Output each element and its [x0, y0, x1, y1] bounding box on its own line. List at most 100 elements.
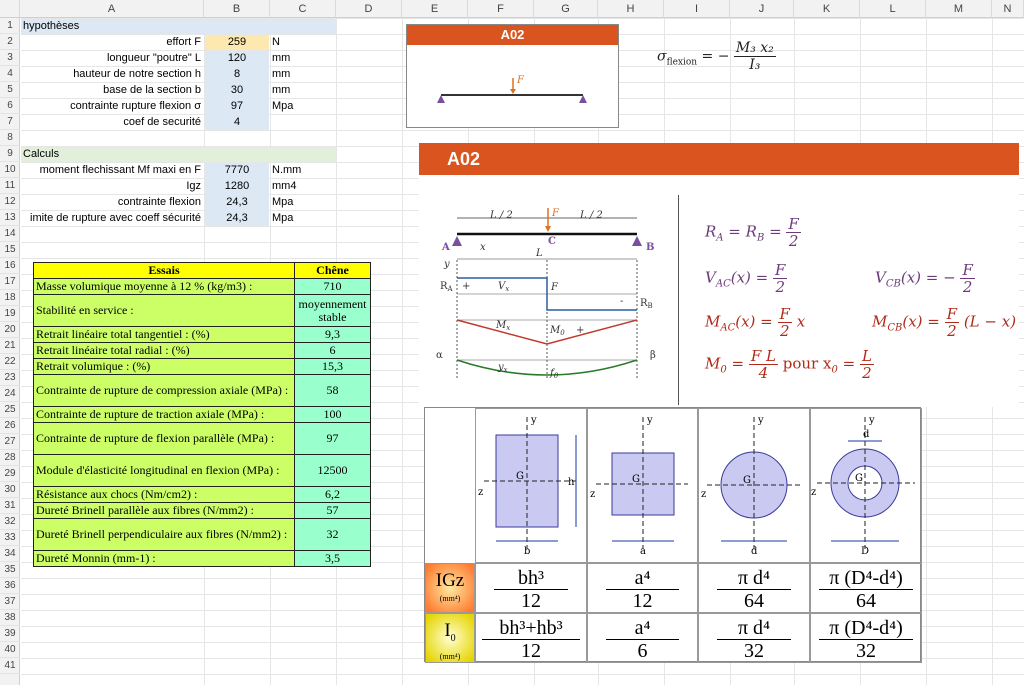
beam-thumbnail-panel[interactable]: A02 F: [406, 24, 619, 128]
row-header[interactable]: 18: [0, 290, 20, 306]
row-header[interactable]: 39: [0, 626, 20, 642]
hypothesis-value[interactable]: 97: [205, 98, 269, 114]
hypothesis-label[interactable]: effort F: [21, 34, 204, 50]
hypothesis-label[interactable]: base de la section b: [21, 82, 204, 98]
column-header-i[interactable]: I: [664, 0, 730, 18]
hypothesis-value[interactable]: 8: [205, 66, 269, 82]
row-header[interactable]: 24: [0, 386, 20, 402]
row-header[interactable]: 30: [0, 482, 20, 498]
row-header[interactable]: 14: [0, 226, 20, 242]
essais-row-value[interactable]: 9,3: [294, 326, 371, 343]
select-all-corner[interactable]: [0, 0, 20, 18]
essais-row-value[interactable]: 97: [294, 422, 371, 455]
essais-row-label[interactable]: Retrait linéaire total tangentiel : (%): [33, 326, 295, 343]
calcul-label[interactable]: moment flechissant Mf maxi en F: [21, 162, 204, 178]
row-header[interactable]: 31: [0, 498, 20, 514]
hypothesis-unit[interactable]: N: [272, 34, 334, 50]
hypothesis-label[interactable]: coef de securité: [21, 114, 204, 130]
row-header[interactable]: 10: [0, 162, 20, 178]
row-header[interactable]: 29: [0, 466, 20, 482]
hypothesis-label[interactable]: hauteur de notre section h: [21, 66, 204, 82]
essais-row-value[interactable]: 710: [294, 278, 371, 295]
row-header[interactable]: 36: [0, 578, 20, 594]
calculs-title[interactable]: Calculs: [23, 146, 203, 162]
row-header[interactable]: 41: [0, 658, 20, 674]
hypothesis-label[interactable]: longueur "poutre" L: [21, 50, 204, 66]
column-header-a[interactable]: A: [20, 0, 204, 18]
row-header[interactable]: 27: [0, 434, 20, 450]
essais-row-label[interactable]: Module d'élasticité longitudinal en flex…: [33, 454, 295, 487]
row-header[interactable]: 23: [0, 370, 20, 386]
essais-header-value[interactable]: Chêne: [294, 262, 371, 279]
essais-row-label[interactable]: Contrainte de rupture de traction axiale…: [33, 406, 295, 423]
calcul-unit[interactable]: N.mm: [272, 162, 334, 178]
row-header[interactable]: 20: [0, 322, 20, 338]
column-header-g[interactable]: G: [534, 0, 598, 18]
row-header[interactable]: 17: [0, 274, 20, 290]
column-header-n[interactable]: N: [992, 0, 1024, 18]
row-header[interactable]: 16: [0, 258, 20, 274]
column-header-k[interactable]: K: [794, 0, 860, 18]
essais-row-label[interactable]: Dureté Brinell perpendiculaire aux fibre…: [33, 518, 295, 551]
essais-row-label[interactable]: Stabilité en service :: [33, 294, 295, 327]
essais-row-label[interactable]: Dureté Monnin (mm-1) :: [33, 550, 295, 567]
row-header[interactable]: 4: [0, 66, 20, 82]
essais-row-label[interactable]: Masse volumique moyenne à 12 % (kg/m3) :: [33, 278, 295, 295]
hypothesis-value[interactable]: 4: [205, 114, 269, 130]
column-header-l[interactable]: L: [860, 0, 926, 18]
essais-row-value[interactable]: 6,2: [294, 486, 371, 503]
row-header[interactable]: 21: [0, 338, 20, 354]
hypothesis-value[interactable]: 30: [205, 82, 269, 98]
row-header[interactable]: 11: [0, 178, 20, 194]
column-header-j[interactable]: J: [730, 0, 794, 18]
essais-row-value[interactable]: 12500: [294, 454, 371, 487]
hypothesis-value[interactable]: 259: [205, 34, 269, 50]
hypothesis-unit[interactable]: mm: [272, 66, 334, 82]
row-header[interactable]: 1: [0, 18, 20, 34]
column-header-f[interactable]: F: [468, 0, 534, 18]
hypothesis-label[interactable]: contrainte rupture flexion σ: [21, 98, 204, 114]
essais-row-value[interactable]: 6: [294, 342, 371, 359]
essais-row-label[interactable]: Retrait volumique : (%): [33, 358, 295, 375]
column-header-d[interactable]: D: [336, 0, 402, 18]
calcul-value[interactable]: 24,3: [205, 210, 269, 226]
row-header[interactable]: 7: [0, 114, 20, 130]
row-header[interactable]: 28: [0, 450, 20, 466]
row-header[interactable]: 8: [0, 130, 20, 146]
row-header[interactable]: 34: [0, 546, 20, 562]
row-header[interactable]: 33: [0, 530, 20, 546]
column-header-h[interactable]: H: [598, 0, 664, 18]
hypothesis-value[interactable]: 120: [205, 50, 269, 66]
essais-row-value[interactable]: 58: [294, 374, 371, 407]
calcul-unit[interactable]: mm4: [272, 178, 334, 194]
row-header[interactable]: 9: [0, 146, 20, 162]
row-header[interactable]: 37: [0, 594, 20, 610]
calcul-unit[interactable]: Mpa: [272, 194, 334, 210]
calcul-label[interactable]: Igz: [21, 178, 204, 194]
row-header[interactable]: 6: [0, 98, 20, 114]
essais-row-value[interactable]: 57: [294, 502, 371, 519]
row-header[interactable]: 25: [0, 402, 20, 418]
essais-row-label[interactable]: Résistance aux chocs (Nm/cm2) :: [33, 486, 295, 503]
row-header[interactable]: 15: [0, 242, 20, 258]
hypothesis-unit[interactable]: [272, 114, 334, 130]
column-header-e[interactable]: E: [402, 0, 468, 18]
row-header[interactable]: 2: [0, 34, 20, 50]
row-header[interactable]: 5: [0, 82, 20, 98]
calcul-label[interactable]: contrainte flexion: [21, 194, 204, 210]
calcul-value[interactable]: 7770: [205, 162, 269, 178]
hypothesis-unit[interactable]: mm: [272, 82, 334, 98]
row-header[interactable]: 26: [0, 418, 20, 434]
row-header[interactable]: 32: [0, 514, 20, 530]
calcul-value[interactable]: 1280: [205, 178, 269, 194]
essais-row-label[interactable]: Dureté Brinell parallèle aux fibres (N/m…: [33, 502, 295, 519]
essais-row-label[interactable]: Retrait linéaire total radial : (%): [33, 342, 295, 359]
row-header[interactable]: 35: [0, 562, 20, 578]
column-header-c[interactable]: C: [270, 0, 336, 18]
column-header-m[interactable]: M: [926, 0, 992, 18]
essais-row-value[interactable]: 3,5: [294, 550, 371, 567]
column-header-b[interactable]: B: [204, 0, 270, 18]
essais-row-value[interactable]: 100: [294, 406, 371, 423]
essais-header-label[interactable]: Essais: [33, 262, 295, 279]
row-header[interactable]: 40: [0, 642, 20, 658]
